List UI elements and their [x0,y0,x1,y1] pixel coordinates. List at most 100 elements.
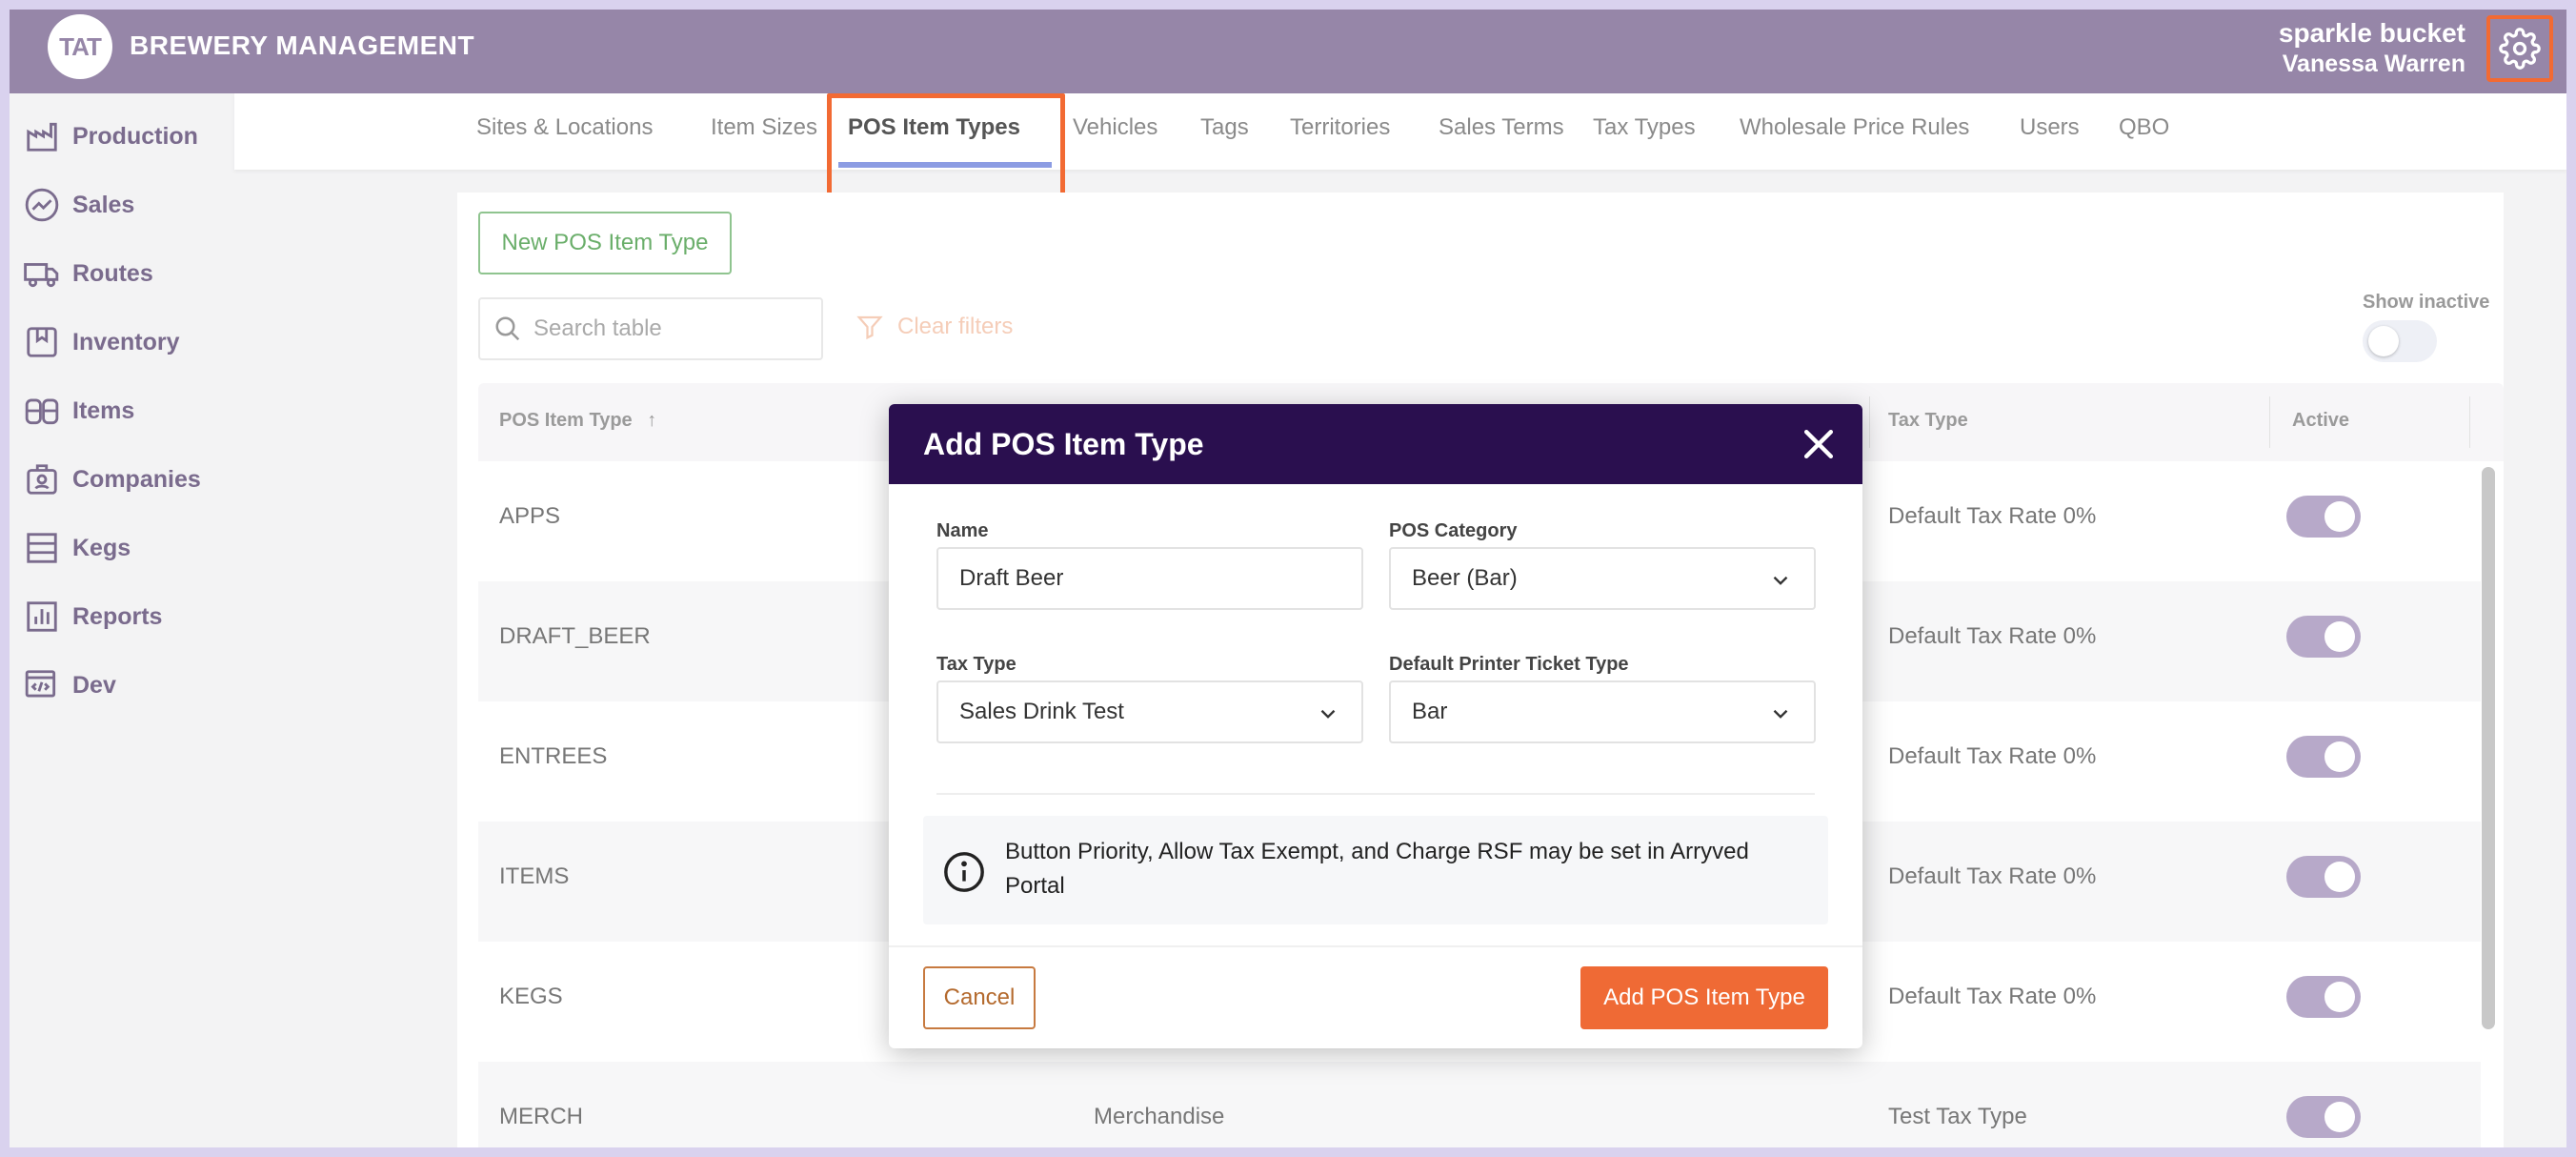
cell-pos-category: Merchandise [1094,1104,1225,1129]
active-toggle[interactable] [2286,496,2361,538]
sidebar-item-items[interactable]: Items [23,387,228,435]
settings-tabs: Sites & Locations Item Sizes POS Item Ty… [234,93,2566,170]
sidebar-item-reports[interactable]: Reports [23,593,228,640]
sidebar: Production Sales Routes Inventory Items … [10,93,233,1147]
active-toggle[interactable] [2286,616,2361,658]
sidebar-item-label: Reports [72,602,163,630]
column-header-tax-type[interactable]: Tax Type [1888,410,1968,432]
add-pos-item-type-button[interactable]: Add POS Item Type [1580,966,1828,1029]
gear-icon [2499,28,2541,70]
tab-territories[interactable]: Territories [1290,114,1390,141]
sort-up-icon: ↑ [647,410,657,431]
active-toggle[interactable] [2286,736,2361,778]
add-pos-item-type-dialog: Add POS Item Type Name Draft Beer POS Ca… [889,404,1862,1048]
info-icon [944,852,984,892]
sidebar-item-label: Inventory [72,328,180,355]
chevron-down-icon [1773,576,1788,585]
clear-filters-label: Clear filters [897,314,1014,339]
brand-logo[interactable]: TAT [48,14,112,79]
filter-icon [856,315,883,340]
inventory-icon [27,327,57,357]
close-button[interactable] [1798,423,1840,465]
name-label: Name [936,520,989,541]
column-header-label: POS Item Type [499,410,633,431]
sidebar-item-label: Routes [72,259,153,287]
cell-tax-type: Test Tax Type [1888,1104,2027,1129]
cell-tax-type: Default Tax Rate 0% [1888,984,2097,1009]
name-field[interactable]: Draft Beer [936,547,1363,610]
sidebar-item-sales[interactable]: Sales [23,181,228,229]
column-separator [1869,396,1870,448]
code-icon [25,670,56,698]
column-separator [2469,396,2470,448]
pos-category-select[interactable]: Beer (Bar) [1389,547,1816,610]
tab-tax-types[interactable]: Tax Types [1593,114,1696,141]
tab-users[interactable]: Users [2020,114,2080,141]
show-inactive-toggle[interactable] [2363,320,2437,362]
dialog-header: Add POS Item Type [889,404,1862,484]
info-text: Button Priority, Allow Tax Exempt, and C… [1005,839,1749,899]
sidebar-item-inventory[interactable]: Inventory [23,318,228,366]
trend-icon [25,188,59,222]
pos-category-value: Beer (Bar) [1412,565,1518,591]
sidebar-item-companies[interactable]: Companies [23,456,228,503]
tab-sites-locations[interactable]: Sites & Locations [476,114,653,141]
cell-pos-item-type: APPS [499,503,561,529]
user-name: Vanessa Warren [2282,51,2465,77]
sidebar-item-routes[interactable]: Routes [23,250,228,297]
cell-pos-item-type: KEGS [499,984,563,1009]
settings-button[interactable] [2486,15,2553,82]
column-separator [2269,396,2270,448]
name-value: Draft Beer [959,565,1064,591]
barrels-icon [25,398,59,425]
table-scrollbar[interactable] [2482,467,2495,1029]
bar-chart-icon [27,601,57,632]
truck-icon [24,263,59,288]
tab-tags[interactable]: Tags [1200,114,1249,141]
printer-ticket-type-label: Default Printer Ticket Type [1389,654,1629,675]
sidebar-item-label: Dev [72,671,116,699]
tab-item-sizes[interactable]: Item Sizes [711,114,817,141]
sidebar-item-production[interactable]: Production [23,112,228,160]
cell-tax-type: Default Tax Rate 0% [1888,743,2097,769]
footer-divider [889,945,1862,947]
cancel-button[interactable]: Cancel [923,966,1036,1029]
tax-type-select[interactable]: Sales Drink Test [936,680,1363,743]
active-toggle[interactable] [2286,976,2361,1018]
search-box [478,297,823,360]
active-toggle[interactable] [2286,856,2361,898]
account-name: sparkle bucket [2278,18,2465,48]
badge-icon [27,464,57,495]
column-header-pos-item-type[interactable]: POS Item Type ↑ [499,410,656,432]
form-divider [936,793,1815,795]
info-notice: Button Priority, Allow Tax Exempt, and C… [923,816,1828,924]
tab-vehicles[interactable]: Vehicles [1073,114,1157,141]
new-pos-item-type-button[interactable]: New POS Item Type [478,212,732,274]
chevron-down-icon [1773,709,1788,719]
tax-type-label: Tax Type [936,654,1016,675]
factory-icon [27,122,57,152]
clear-filters-button[interactable]: Clear filters [855,313,1013,341]
cell-tax-type: Default Tax Rate 0% [1888,863,2097,889]
sidebar-item-dev[interactable]: Dev [23,661,228,709]
app-window: TAT BREWERY MANAGEMENT sparkle bucket Va… [10,10,2566,1147]
cell-pos-item-type: ENTREES [499,743,608,769]
table-row[interactable]: MERCH Merchandise Test Tax Type [478,1062,2481,1147]
sidebar-item-label: Kegs [72,534,131,561]
printer-ticket-type-value: Bar [1412,699,1448,724]
tab-wholesale-price-rules[interactable]: Wholesale Price Rules [1740,114,1969,141]
dialog-title: Add POS Item Type [923,427,1204,461]
printer-ticket-type-select[interactable]: Bar [1389,680,1816,743]
tab-sales-terms[interactable]: Sales Terms [1439,114,1564,141]
active-toggle[interactable] [2286,1096,2361,1138]
sidebar-item-label: Sales [72,191,135,218]
pos-category-label: POS Category [1389,520,1518,541]
search-input[interactable] [533,315,810,342]
sidebar-item-kegs[interactable]: Kegs [23,524,228,572]
search-icon [495,316,520,341]
kegs-icon [27,533,57,563]
column-header-active[interactable]: Active [2292,410,2349,432]
user-info: sparkle bucket Vanessa Warren [2279,17,2465,78]
sidebar-item-label: Production [72,122,198,150]
tab-qbo[interactable]: QBO [2119,114,2169,141]
